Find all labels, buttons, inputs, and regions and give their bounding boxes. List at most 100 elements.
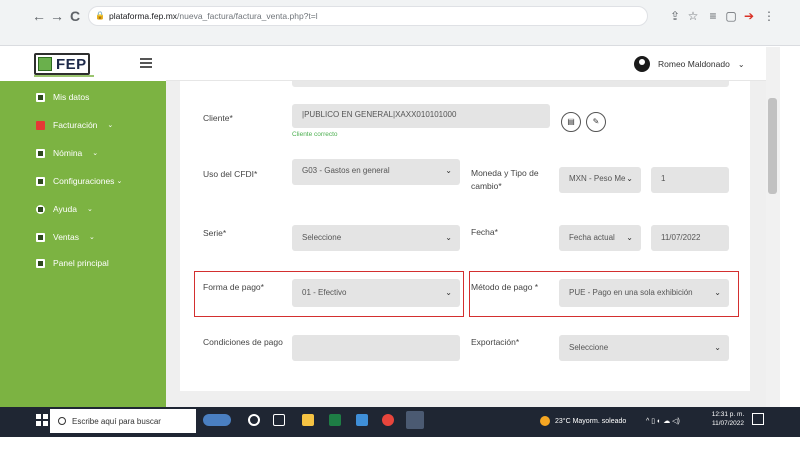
condiciones-input[interactable] [292,335,460,361]
chevron-down-icon: ⌄ [714,288,721,297]
sidebar-item-panel-principal[interactable]: Panel principal [0,252,166,274]
metodo-pago-select[interactable]: PUE - Pago en una sola exhibición ⌄ [559,279,729,307]
chevron-down-icon: ⌄ [86,206,93,213]
cortana-icon[interactable] [248,414,260,426]
forma-pago-value: 01 - Efectivo [302,288,347,297]
notification-icon[interactable] [752,413,764,425]
logo-text: FEP [56,55,87,73]
forma-pago-select[interactable]: 01 - Efectivo ⌄ [292,279,460,307]
playlist-icon[interactable]: ≡ [704,6,722,26]
fecha-mode-select[interactable]: Fecha actual ⌄ [559,225,641,251]
remote-desktop-icon[interactable] [356,414,368,426]
fecha-mode-value: Fecha actual [569,233,615,242]
lock-icon: 🔒 [95,11,105,20]
url-host: plataforma.fep.mx [109,11,178,21]
help-icon [36,204,45,214]
sidebar-item-label: Ventas [53,232,79,242]
sidebar-item-label: Mis datos [53,92,90,102]
cliente-field[interactable]: |PUBLICO EN GENERAL|XAXX010101000 [292,104,550,128]
serie-value: Seleccione [302,233,342,242]
exportacion-select[interactable]: Seleccione ⌄ [559,335,729,361]
sidebar-item-configuraciones[interactable]: Configuraciones ⌄ [0,170,166,192]
uso-cfdi-label: Uso del CFDI* [203,169,258,179]
active-chrome-icon[interactable] [406,411,424,429]
client-list-icon[interactable]: ▤ [561,112,581,132]
tipo-cambio-input[interactable]: 1 [651,167,729,193]
star-icon[interactable]: ☆ [684,6,702,26]
previous-field-edge [292,81,729,87]
menu-icon[interactable]: ⋮ [760,6,778,26]
user-menu[interactable]: Romeo Maldonado ⌄ [634,53,764,75]
moneda-label: Moneda y Tipo de cambio* [471,168,539,191]
hamburger-menu-icon[interactable] [140,58,152,68]
weather-widget[interactable]: 23°C Mayorm. soleado [540,409,626,433]
chevron-down-icon: ⌄ [445,233,452,242]
extension-icon[interactable]: ➔ [740,6,758,26]
invoice-icon [36,120,45,130]
sidepanel-icon[interactable]: ▢ [722,6,740,26]
weather-text: 23°C Mayorm. soleado [555,417,627,425]
search-icon [58,417,66,425]
sidebar-item-label: Configuraciones [53,176,115,186]
tipo-cambio-value: 1 [661,174,666,183]
chrome-icon[interactable] [382,414,394,426]
fep-logo[interactable]: FEP [34,53,90,75]
chevron-down-icon: ⌄ [626,233,633,242]
scrollbar-thumb[interactable] [768,98,777,194]
system-tray-icons[interactable]: ^ ▯ ◐ ☁ ◁) [646,409,680,433]
cliente-value: |PUBLICO EN GENERAL|XAXX010101000 [302,110,457,119]
clock-date: 11/07/2022 [711,420,745,427]
chevron-down-icon: ⌄ [89,234,95,241]
chevron-down-icon: ⌄ [737,59,745,69]
excel-icon[interactable] [329,414,341,426]
chevron-down-icon: ⌄ [92,150,99,157]
fecha-label: Fecha* [471,227,498,237]
sun-icon [540,416,550,426]
chevron-down-icon: ⌄ [116,178,123,185]
clock-time: 12:31 p. m. [711,411,745,418]
forma-pago-label: Forma de pago* [203,282,264,292]
fecha-input[interactable]: 11/07/2022 [651,225,729,251]
forward-icon[interactable]: → [48,6,66,26]
taskbar-clock[interactable]: 12:31 p. m. 11/07/2022 [708,410,748,428]
share-icon[interactable]: ⇪ [666,6,684,26]
serie-label: Serie* [203,228,227,238]
sidebar-item-ventas[interactable]: Ventas ⌄ [0,226,166,248]
exportacion-label: Exportación* [471,337,520,347]
sidebar-item-label: Ayuda [53,204,77,214]
settings-icon [36,176,45,186]
cliente-help-text: Cliente correcto [292,131,338,138]
back-icon[interactable]: ← [30,6,48,26]
user-card-icon [36,92,45,102]
sidebar-item-label: Facturación [53,120,98,130]
chevron-down-icon: ⌄ [445,288,452,297]
taskbar-search-placeholder: Escribe aquí para buscar [72,416,161,426]
user-avatar-icon [634,56,650,72]
sidebar-item-label: Nómina [53,148,83,158]
url-path: /nueva_factura/factura_venta.php?t=l [177,11,318,21]
uso-cfdi-select[interactable]: G03 - Gastos en general ⌄ [292,159,460,185]
panel-icon [36,258,45,268]
metodo-pago-label: Método de pago * [471,282,539,292]
sidebar-item-mis-datos[interactable]: Mis datos [0,86,166,108]
task-view-icon[interactable] [273,414,285,426]
windows-start-icon[interactable] [36,414,48,426]
taskbar-search[interactable]: Escribe aquí para buscar [50,409,196,433]
uso-cfdi-value: G03 - Gastos en general [302,166,390,175]
news-widget-icon[interactable] [203,414,231,426]
serie-select[interactable]: Seleccione ⌄ [292,225,460,251]
sidebar-item-facturacion[interactable]: Facturación ⌄ [0,114,166,136]
file-explorer-icon[interactable] [302,414,314,426]
payroll-icon [36,148,45,158]
sidebar-item-ayuda[interactable]: Ayuda ⌄ [0,198,166,220]
address-bar[interactable]: 🔒 plataforma.fep.mx/nueva_factura/factur… [88,6,648,26]
exportacion-value: Seleccione [569,343,609,352]
logo-underline [34,75,94,77]
edit-pencil-icon[interactable]: ✎ [586,112,606,132]
sidebar-item-nomina[interactable]: Nómina ⌄ [0,142,166,164]
metodo-pago-value: PUE - Pago en una sola exhibición [569,288,693,297]
sales-icon [36,232,45,242]
moneda-select[interactable]: MXN - Peso Me ⌄ [559,167,641,193]
chevron-down-icon: ⌄ [626,174,633,183]
reload-icon[interactable]: C [66,6,84,26]
